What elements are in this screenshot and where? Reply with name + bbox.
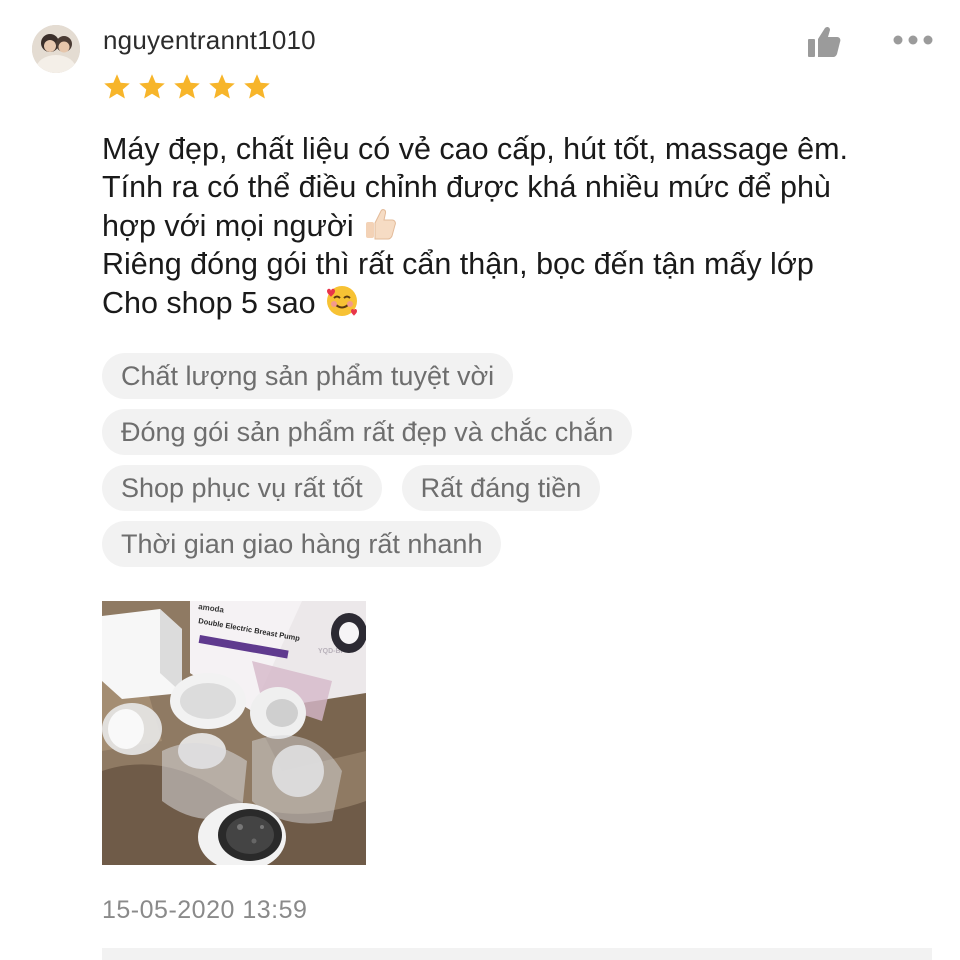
star-icon: [209, 74, 235, 99]
seller-reply-box: [102, 948, 932, 960]
review-line: Máy đẹp, chất liệu có vẻ cao cấp, hút tố…: [102, 132, 848, 166]
thumbs-up-emoji: [362, 206, 398, 242]
review-line-text: hợp với mọi người: [102, 209, 354, 243]
review-line-text: Cho shop 5 sao: [102, 286, 316, 320]
star-rating: [102, 72, 272, 104]
review-tags: Chất lượng sản phẩm tuyệt vời Đóng gói s…: [102, 353, 922, 577]
review-photo[interactable]: amoda Double Electric Breast Pump YQD-BP…: [102, 601, 366, 865]
thumbs-up-icon[interactable]: [806, 25, 842, 59]
review-tag: Thời gian giao hàng rất nhanh: [102, 521, 502, 567]
review-line: hợp với mọi người: [102, 206, 942, 245]
review-line: Cho shop 5 sao: [102, 283, 942, 322]
review-tag: Rất đáng tiền: [401, 465, 601, 511]
star-icon: [174, 74, 200, 99]
review-tag: Chất lượng sản phẩm tuyệt vời: [102, 353, 514, 399]
star-icon: [244, 74, 270, 99]
review-text: Máy đẹp, chất liệu có vẻ cao cấp, hút tố…: [102, 130, 942, 322]
avatar[interactable]: [32, 25, 80, 73]
star-icon: [104, 74, 130, 99]
review-line: Riêng đóng gói thì rất cẩn thận, bọc đến…: [102, 247, 814, 281]
review-tag: Đóng gói sản phẩm rất đẹp và chắc chắn: [102, 409, 633, 455]
username[interactable]: nguyentrannt1010: [103, 25, 316, 56]
review-line: Tính ra có thể điều chỉnh được khá nhiều…: [102, 170, 831, 204]
star-icon: [139, 74, 165, 99]
more-options-icon[interactable]: [892, 32, 934, 48]
review-card: nguyentrannt1010 Máy đẹp, chất liệu có v…: [0, 0, 960, 960]
review-tag: Shop phục vụ rất tốt: [102, 465, 382, 511]
review-timestamp: 15-05-2020 13:59: [102, 896, 308, 924]
smiling-face-with-hearts-emoji: [324, 283, 360, 319]
